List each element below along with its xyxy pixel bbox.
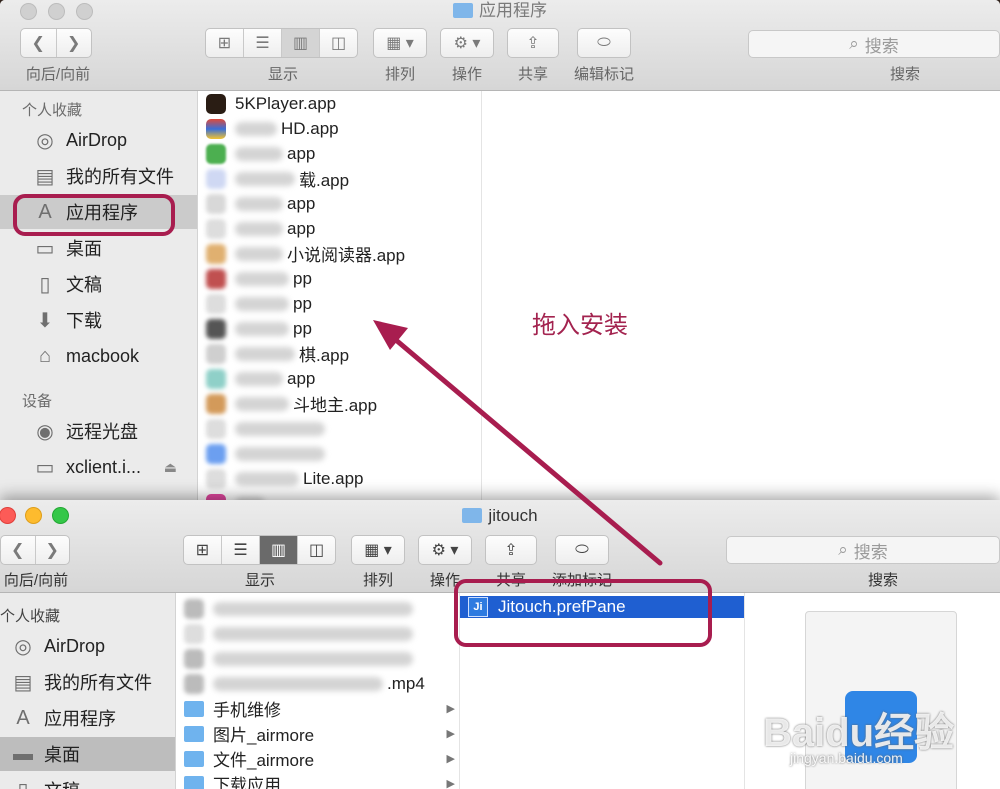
arrow-shaft bbox=[387, 332, 663, 566]
drag-arrow bbox=[373, 320, 663, 566]
baidu-watermark-url: jingyan.baidu.com bbox=[790, 750, 903, 766]
annotation-label: 拖入安装 bbox=[532, 311, 628, 339]
